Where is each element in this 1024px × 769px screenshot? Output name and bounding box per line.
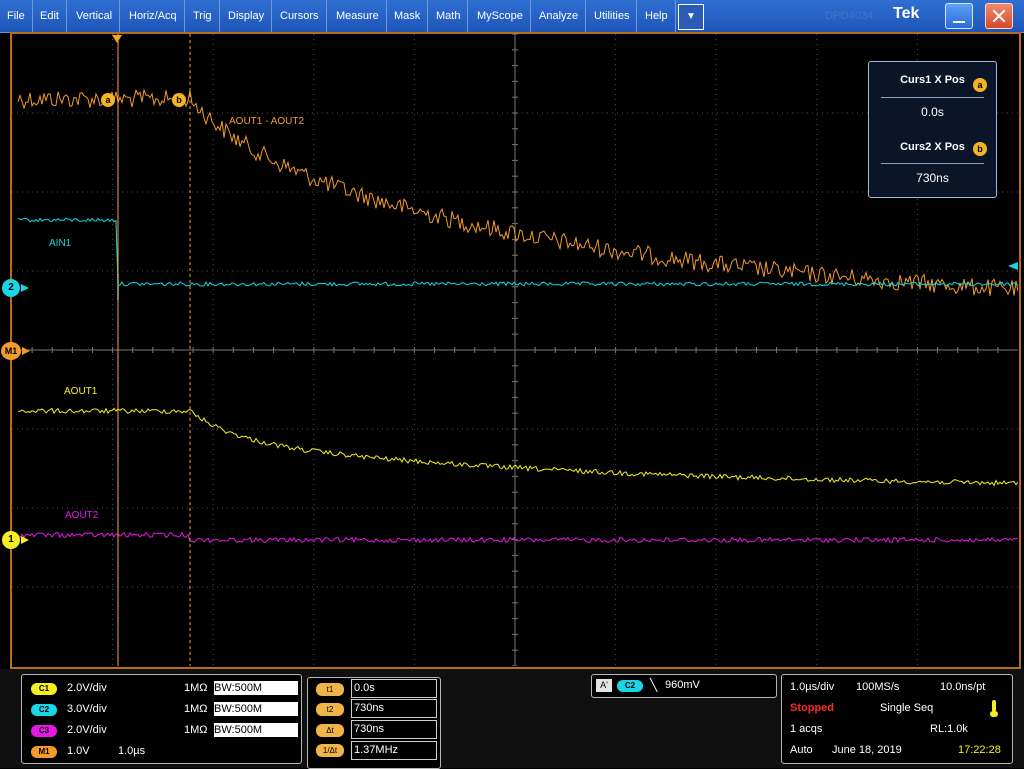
menu-vertical[interactable]: Vertical	[69, 0, 121, 32]
acq-time: 17:22:28	[958, 744, 1001, 756]
ch2-ground-marker[interactable]: 2	[2, 279, 20, 297]
t2-value: 730ns	[351, 699, 437, 718]
ch3-waveform	[17, 531, 1018, 544]
ch1-trace-label: AOUT1	[64, 386, 98, 397]
trigger-channel-badge: C2	[617, 680, 643, 692]
t2-badge: t2	[316, 703, 344, 716]
menu-bar: File Edit Vertical Horiz/Acq Trig Displa…	[0, 0, 1024, 33]
t1-badge: t1	[316, 683, 344, 696]
math-timebase: 1.0µs	[118, 745, 146, 757]
menu-cursors[interactable]: Cursors	[273, 0, 327, 32]
menu-file[interactable]: File	[0, 0, 33, 32]
delta-t-value: 730ns	[351, 720, 437, 739]
trigger-slope-icon: ╲	[650, 678, 658, 692]
readout-divider	[881, 97, 984, 98]
math-marker-arrow	[22, 347, 30, 355]
ch2-offscreen-indicator	[1008, 262, 1018, 270]
cursor-b-marker[interactable]: b	[172, 93, 186, 107]
cursor-measure-panel: t1 0.0s t2 730ns Δt 730ns 1/Δt 1.37MHz	[307, 677, 441, 769]
acquisition-panel[interactable]: 1.0µs/div 100MS/s 10.0ns/pt Stopped Sing…	[781, 674, 1013, 764]
close-button[interactable]	[985, 3, 1013, 29]
ch3-bandwidth: BW:500M	[214, 723, 298, 737]
channel-settings-panel: C1 2.0V/div 1MΩ BW:500M C2 3.0V/div 1MΩ …	[21, 674, 302, 764]
cursor-a-marker[interactable]: a	[101, 93, 115, 107]
menu-dropdown-button[interactable]: ▼	[678, 4, 704, 30]
ch1-bandwidth: BW:500M	[214, 681, 298, 695]
math-badge[interactable]: M1	[31, 746, 57, 758]
ch2-badge[interactable]: C2	[31, 704, 57, 716]
trigger-mode: Auto	[790, 744, 813, 756]
ch2-impedance: 1MΩ	[184, 703, 208, 715]
math-ground-marker[interactable]: M1	[1, 342, 21, 360]
menu-analyze[interactable]: Analyze	[532, 0, 587, 32]
ch2-bandwidth: BW:500M	[214, 702, 298, 716]
ch2-scale: 3.0V/div	[67, 703, 107, 715]
inv-delta-t-badge: 1/Δt	[316, 744, 344, 757]
ch2-trace-label: AIN1	[49, 238, 72, 249]
acq-state: Stopped	[790, 702, 834, 714]
acq-mode: Single Seq	[880, 702, 934, 714]
status-area: C1 2.0V/div 1MΩ BW:500M C2 3.0V/div 1MΩ …	[0, 669, 1024, 769]
ch1-badge[interactable]: C1	[31, 683, 57, 695]
math-scale: 1.0V	[67, 745, 90, 757]
time-per-div: 1.0µs/div	[790, 681, 835, 693]
ch3-impedance: 1MΩ	[184, 724, 208, 736]
ch1-ground-marker[interactable]: 1	[2, 531, 20, 549]
trigger-position-icon[interactable]	[112, 35, 122, 43]
ch3-scale: 2.0V/div	[67, 724, 107, 736]
menu-mask[interactable]: Mask	[387, 0, 429, 32]
menu-edit[interactable]: Edit	[33, 0, 67, 32]
menu-help[interactable]: Help	[638, 0, 676, 32]
menu-myscope[interactable]: MyScope	[470, 0, 531, 32]
minimize-button[interactable]	[945, 3, 973, 29]
ch1-marker-arrow	[21, 536, 29, 544]
sample-rate: 100MS/s	[856, 681, 900, 693]
acq-count: 1 acqs	[790, 723, 823, 735]
cursor-readout-panel[interactable]: Curs1 X Pos a 0.0s Curs2 X Pos b 730ns	[868, 61, 997, 198]
delta-t-badge: Δt	[316, 724, 344, 737]
acq-date: June 18, 2019	[832, 744, 902, 756]
trigger-source-badge: A'	[596, 679, 612, 692]
menu-utilities[interactable]: Utilities	[587, 0, 638, 32]
menu-trig[interactable]: Trig	[186, 0, 220, 32]
ch1-waveform	[18, 407, 1018, 487]
ch1-impedance: 1MΩ	[184, 682, 208, 694]
trigger-panel[interactable]: A' C2 ╲ 960mV	[591, 674, 777, 698]
curs2-value: 730ns	[916, 171, 949, 185]
trigger-level: 960mV	[665, 679, 700, 691]
t1-value: 0.0s	[351, 679, 437, 698]
ch1-scale: 2.0V/div	[67, 682, 107, 694]
curs1-a-icon: a	[973, 78, 987, 92]
model-label: DPO4034	[825, 10, 874, 22]
menu-measure[interactable]: Measure	[329, 0, 387, 32]
inv-delta-t-value: 1.37MHz	[351, 741, 437, 760]
curs1-value: 0.0s	[921, 105, 944, 119]
math-trace-label: AOUT1 - AOUT2	[229, 116, 305, 127]
ch2-waveform	[17, 217, 1018, 287]
ch2-marker-arrow	[21, 284, 29, 292]
readout-divider	[881, 163, 984, 164]
curs2-b-icon: b	[973, 142, 987, 156]
trigger-level-icon-base	[990, 711, 998, 717]
tek-logo: Tek	[893, 5, 920, 22]
ch3-trace-label: AOUT2	[65, 510, 99, 521]
menu-math[interactable]: Math	[429, 0, 469, 32]
menu-horiz-acq[interactable]: Horiz/Acq	[122, 0, 185, 32]
record-length: RL:1.0k	[930, 723, 968, 735]
resolution: 10.0ns/pt	[940, 681, 986, 693]
ch3-badge[interactable]: C3	[31, 725, 57, 737]
menu-display[interactable]: Display	[221, 0, 273, 32]
